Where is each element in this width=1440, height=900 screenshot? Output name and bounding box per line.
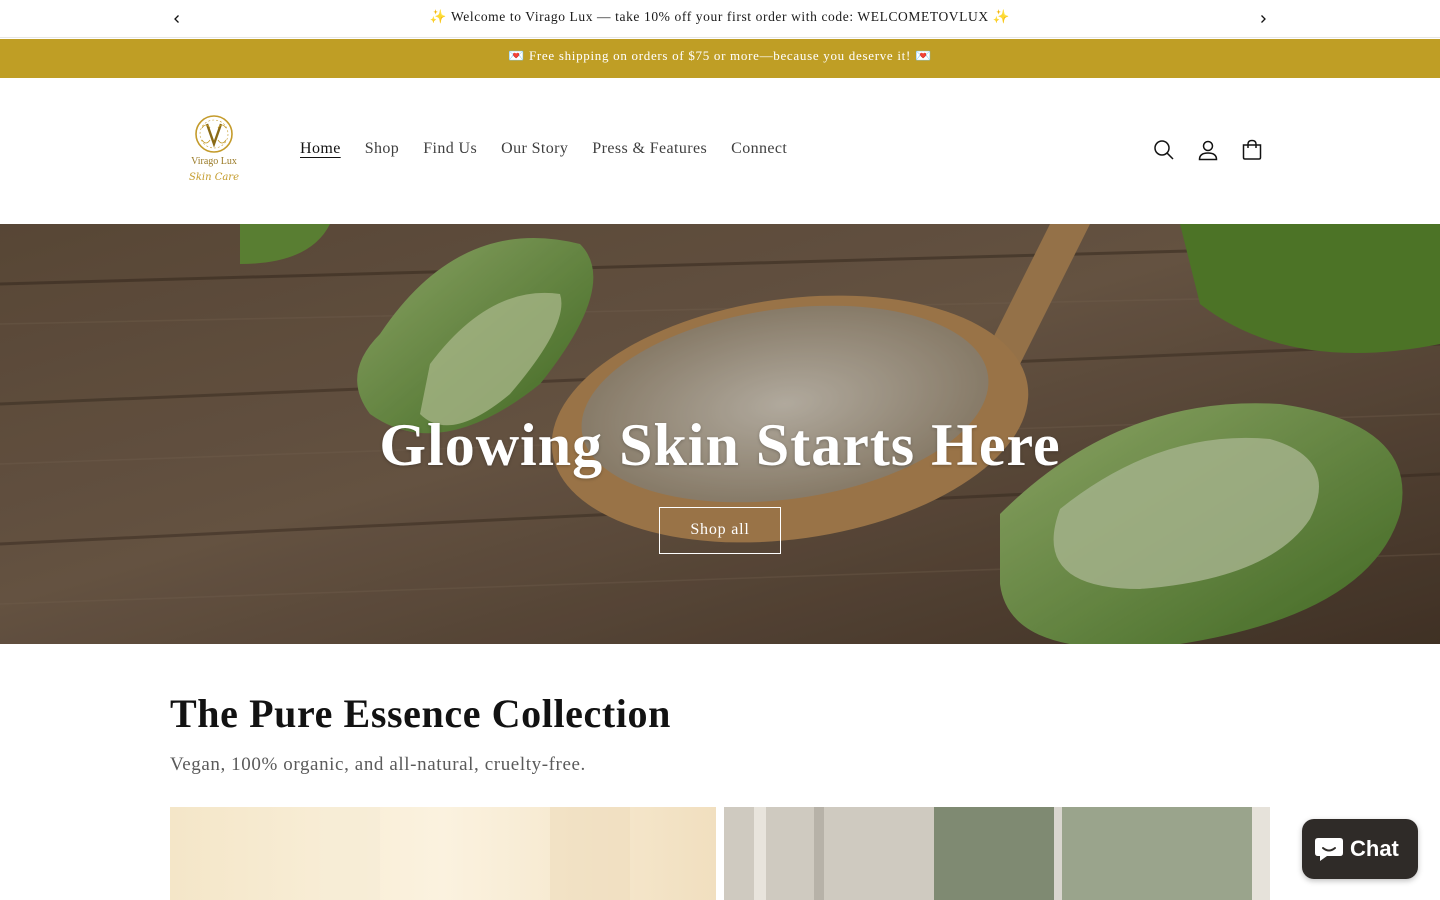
nav-item-find-us[interactable]: Find Us bbox=[411, 136, 489, 162]
logo-emblem: Virago Lux Skin Care bbox=[189, 115, 239, 183]
site-header: Virago Lux Skin Care Home Shop Find Us O… bbox=[0, 78, 1440, 224]
collection-card[interactable] bbox=[724, 807, 1270, 900]
product-image bbox=[170, 807, 716, 900]
nav-item-press-features[interactable]: Press & Features bbox=[580, 136, 719, 162]
search-button[interactable] bbox=[1151, 136, 1177, 164]
collection-card[interactable] bbox=[170, 807, 716, 900]
chat-bubble-icon bbox=[1315, 838, 1343, 861]
main-nav: Home Shop Find Us Our Story Press & Feat… bbox=[288, 136, 799, 162]
nav-item-our-story[interactable]: Our Story bbox=[489, 136, 580, 162]
nav-item-shop[interactable]: Shop bbox=[353, 136, 412, 162]
shop-all-button[interactable]: Shop all bbox=[659, 507, 781, 554]
cart-icon bbox=[1242, 139, 1262, 160]
logo-tagline-text: Skin Care bbox=[189, 172, 239, 183]
product-image bbox=[724, 807, 1270, 900]
announcement-text: ✨ Welcome to Virago Lux — take 10% off y… bbox=[429, 9, 1011, 24]
chevron-right-icon bbox=[1261, 15, 1266, 23]
nav-item-connect[interactable]: Connect bbox=[719, 136, 799, 162]
announcement-next-button[interactable] bbox=[1253, 9, 1273, 29]
chat-widget-button[interactable]: Chat bbox=[1302, 819, 1418, 879]
announcement-prev-button[interactable] bbox=[167, 9, 187, 29]
hero-title: Glowing Skin Starts Here bbox=[379, 412, 1061, 478]
collection-subtitle: Vegan, 100% organic, and all-natural, cr… bbox=[170, 754, 586, 775]
logo-brand-text: Virago Lux bbox=[191, 156, 237, 167]
search-icon bbox=[1154, 140, 1174, 160]
hero-banner: Glowing Skin Starts Here Shop all bbox=[0, 224, 1440, 644]
account-icon bbox=[1198, 140, 1218, 161]
cart-button[interactable] bbox=[1239, 136, 1265, 164]
collection-title: The Pure Essence Collection bbox=[170, 691, 671, 736]
nav-item-home[interactable]: Home bbox=[288, 136, 353, 162]
chevron-left-icon bbox=[174, 15, 179, 23]
announcement-bar: ✨ Welcome to Virago Lux — take 10% off y… bbox=[0, 0, 1440, 38]
chat-label: Chat bbox=[1350, 836, 1399, 861]
shipping-banner: 💌 Free shipping on orders of $75 or more… bbox=[0, 39, 1440, 78]
account-button[interactable] bbox=[1195, 136, 1221, 164]
brand-logo[interactable]: Virago Lux Skin Care bbox=[182, 114, 248, 190]
